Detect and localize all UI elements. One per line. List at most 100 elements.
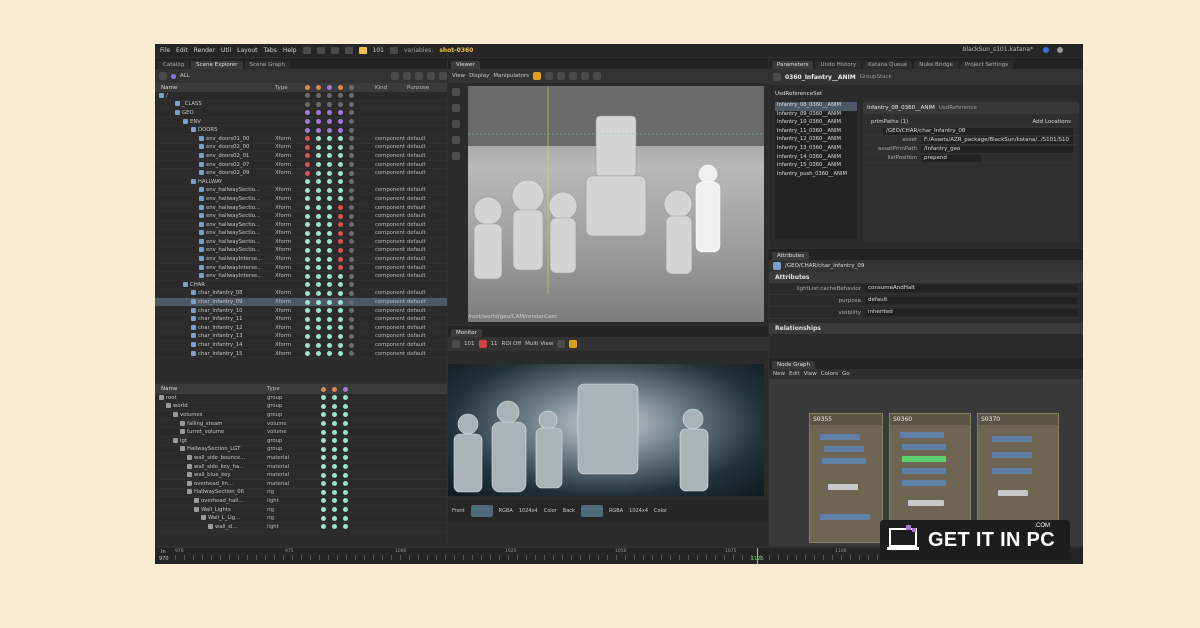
status-dot[interactable] — [305, 93, 310, 99]
graph-node[interactable] — [828, 484, 858, 490]
status-dot[interactable] — [305, 316, 310, 322]
status-dot[interactable] — [332, 481, 337, 487]
status-dot[interactable] — [338, 325, 343, 331]
status-dot[interactable] — [327, 308, 332, 314]
status-dot[interactable] — [316, 247, 321, 253]
project-name[interactable]: blackSun_s101.katana* — [963, 46, 1033, 53]
table-row[interactable]: ENV — [155, 118, 447, 127]
status-dot[interactable] — [343, 515, 348, 521]
status-dot[interactable] — [338, 239, 343, 245]
status-dot[interactable] — [327, 162, 332, 168]
status-dot[interactable] — [338, 127, 343, 133]
col-name[interactable]: Name — [155, 386, 267, 392]
table-row[interactable]: char_Infantry_09 Xform component default — [155, 298, 447, 307]
status-dot[interactable] — [349, 179, 354, 185]
status-dot[interactable] — [316, 273, 321, 279]
status-dot[interactable] — [327, 101, 332, 107]
status-dot[interactable] — [349, 299, 354, 305]
status-dot[interactable] — [343, 498, 348, 504]
zoom-icon[interactable] — [557, 340, 566, 348]
status-dot[interactable] — [305, 351, 310, 357]
status-dot[interactable] — [305, 213, 310, 219]
status-dot[interactable] — [338, 290, 343, 296]
status-dot[interactable] — [343, 472, 348, 478]
status-dot[interactable] — [305, 144, 310, 150]
relationships-section[interactable]: Relationships — [769, 323, 1083, 334]
status-dot[interactable] — [305, 247, 310, 253]
list-item[interactable]: Infantry_15_0360__ANIM — [775, 162, 857, 171]
status-dot[interactable] — [316, 351, 321, 357]
tab-undo-history[interactable]: Undo History — [815, 61, 862, 69]
roi-dropdown[interactable]: ROI Off — [502, 341, 522, 347]
list-item[interactable]: Infantry_push_0360__ANIM — [775, 171, 857, 180]
status-dot[interactable] — [338, 162, 343, 168]
list-item[interactable]: overhead_hall... light — [155, 497, 447, 506]
table-row[interactable]: env_hallwaySectio... Xform component defaul… — [155, 195, 447, 204]
camera-path[interactable]: /root/world/geo/CAM/renderCam — [468, 314, 557, 320]
list-item[interactable]: HallwaySection_06 rig — [155, 489, 447, 498]
status-dot[interactable] — [327, 110, 332, 116]
tab-viewer[interactable]: Viewer — [451, 61, 480, 69]
status-dot[interactable] — [327, 273, 332, 279]
tab-scene-explorer[interactable]: Scene Explorer — [191, 61, 243, 69]
status-dot[interactable] — [305, 333, 310, 339]
status-dot[interactable] — [332, 472, 337, 478]
table-row[interactable]: env_hallwaySectio... Xform component defaul… — [155, 204, 447, 213]
status-dot[interactable] — [321, 515, 326, 521]
status-dot[interactable] — [327, 316, 332, 322]
expand-icon[interactable] — [427, 72, 435, 80]
filter-label[interactable]: ALL — [180, 73, 190, 79]
status-dot[interactable] — [338, 247, 343, 253]
menu-layout[interactable]: Layout — [237, 47, 257, 54]
status-dot[interactable] — [305, 136, 310, 142]
attributes-section[interactable]: Attributes — [769, 272, 1083, 283]
list-item[interactable]: wall_blue_key material — [155, 471, 447, 480]
status-dot[interactable] — [338, 213, 343, 219]
menu-help[interactable]: Help — [283, 47, 297, 54]
table-row[interactable]: env_hallwaySectio... Xform component defaul… — [155, 229, 447, 239]
table-row[interactable]: char_Infantry_14 Xform component default — [155, 341, 447, 350]
status-dot[interactable] — [338, 256, 343, 262]
status-dot[interactable] — [316, 230, 321, 236]
monitor-frame-a[interactable]: 101 — [464, 341, 475, 347]
status-dot[interactable] — [332, 421, 337, 427]
render-icon[interactable] — [302, 47, 311, 54]
status-dot[interactable] — [327, 213, 332, 219]
table-row[interactable]: GEO — [155, 109, 447, 118]
table-row[interactable]: env_hallwaySectio... Xform component defaul… — [155, 246, 447, 256]
status-dot[interactable] — [305, 290, 310, 296]
status-dot[interactable] — [349, 119, 354, 125]
status-dot[interactable] — [321, 464, 326, 470]
status-dot[interactable] — [349, 196, 354, 202]
status-dot[interactable] — [349, 256, 354, 262]
graph-node[interactable] — [992, 436, 1032, 442]
prim-value-field[interactable]: /GEO/CHAR/char_Infantry_08 — [883, 127, 1073, 135]
graph-node[interactable] — [902, 444, 946, 450]
status-dot[interactable] — [338, 222, 343, 228]
status-dot[interactable] — [343, 421, 348, 427]
status-dot[interactable] — [349, 351, 354, 357]
list-item[interactable]: Infantry_10_0360__ANIM — [775, 119, 857, 128]
status-dot[interactable] — [316, 316, 321, 322]
node-name[interactable]: 0360_Infantry__ANIM — [785, 74, 856, 81]
grid-icon[interactable] — [557, 72, 565, 80]
menu-go[interactable]: Go — [842, 371, 850, 377]
col-name[interactable]: Name — [155, 85, 275, 91]
status-dot[interactable] — [327, 196, 332, 202]
table-row[interactable]: env_hallwaySectio... Xform component defaul… — [155, 238, 447, 247]
status-dot[interactable] — [327, 222, 332, 228]
status-dot[interactable] — [316, 127, 321, 133]
col-purpose[interactable]: Purpose — [407, 85, 431, 91]
status-dot[interactable] — [316, 308, 321, 314]
menu-view[interactable]: View — [804, 371, 817, 377]
status-dot[interactable] — [316, 153, 321, 159]
inner-node-name[interactable]: Infantry_08_0360__ANIM — [867, 105, 935, 111]
monitor-frame-b[interactable]: 11 — [491, 341, 498, 347]
status-dot[interactable] — [321, 421, 326, 427]
status-dot[interactable] — [321, 481, 326, 487]
status-dot[interactable] — [332, 412, 337, 418]
status-dot[interactable] — [349, 170, 354, 176]
list-item[interactable]: Infantry_08_0360__ANIM — [775, 102, 857, 111]
cube-icon[interactable] — [533, 72, 541, 80]
back-channel[interactable]: Color — [654, 508, 667, 514]
